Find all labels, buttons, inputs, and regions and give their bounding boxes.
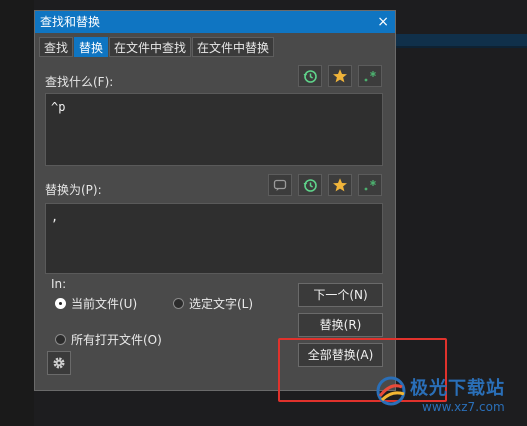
gear-icon <box>53 357 65 369</box>
editor-gutter <box>0 0 34 426</box>
history-icon <box>303 70 317 83</box>
find-favorite-button[interactable] <box>328 65 352 87</box>
replace-comment-button[interactable] <box>268 174 292 196</box>
replace-input[interactable]: , <box>45 203 383 274</box>
editor-selection-shadow <box>396 46 527 48</box>
history-icon <box>303 179 317 192</box>
watermark-url: www.xz7.com <box>422 400 505 414</box>
dialog-title: 查找和替换 <box>40 15 101 29</box>
tab-find[interactable]: 查找 <box>39 37 74 57</box>
find-history-button[interactable] <box>298 65 322 87</box>
scope-current-file-label: 当前文件(U) <box>71 297 138 311</box>
dialog-titlebar[interactable]: 查找和替换 × <box>35 11 395 33</box>
find-replace-dialog: 查找和替换 × 查找 替换 在文件中查找 在文件中替换 查找什么(F): ^p … <box>34 10 396 391</box>
radio-unselected-icon <box>173 298 184 309</box>
watermark-logo-icon <box>376 376 406 406</box>
regex-icon <box>364 71 376 82</box>
tab-bar: 查找 替换 在文件中查找 在文件中替换 <box>39 37 275 57</box>
find-label: 查找什么(F): <box>45 75 114 89</box>
tab-replace-in-files[interactable]: 在文件中替换 <box>192 37 275 57</box>
star-icon <box>333 69 347 83</box>
watermark-title: 极光下载站 <box>410 378 505 399</box>
scope-label: In: <box>51 277 67 291</box>
replace-label: 替换为(P): <box>45 183 102 197</box>
scope-all-open-files[interactable]: 所有打开文件(O) <box>55 331 162 348</box>
replace-button[interactable]: 替换(R) <box>298 313 383 337</box>
radio-unselected-icon <box>55 334 66 345</box>
close-icon[interactable]: × <box>377 11 389 33</box>
editor-selection-bar <box>396 34 527 46</box>
find-regex-button[interactable] <box>358 65 382 87</box>
watermark: 极光下载站 www.xz7.com <box>370 370 527 426</box>
radio-selected-icon <box>55 298 66 309</box>
scope-selected-text[interactable]: 选定文字(L) <box>173 295 253 312</box>
replace-favorite-button[interactable] <box>328 174 352 196</box>
scope-selected-text-label: 选定文字(L) <box>189 297 254 311</box>
replace-history-button[interactable] <box>298 174 322 196</box>
tab-find-in-files[interactable]: 在文件中查找 <box>109 37 192 57</box>
replace-regex-button[interactable] <box>358 174 382 196</box>
find-input[interactable]: ^p <box>45 93 383 166</box>
regex-icon <box>364 180 376 191</box>
scope-all-open-files-label: 所有打开文件(O) <box>71 333 162 347</box>
settings-button[interactable] <box>47 351 71 375</box>
find-next-button[interactable]: 下一个(N) <box>298 283 383 307</box>
star-icon <box>333 178 347 192</box>
scope-current-file[interactable]: 当前文件(U) <box>55 295 137 312</box>
comment-icon <box>273 179 287 191</box>
tab-replace[interactable]: 替换 <box>74 37 109 57</box>
